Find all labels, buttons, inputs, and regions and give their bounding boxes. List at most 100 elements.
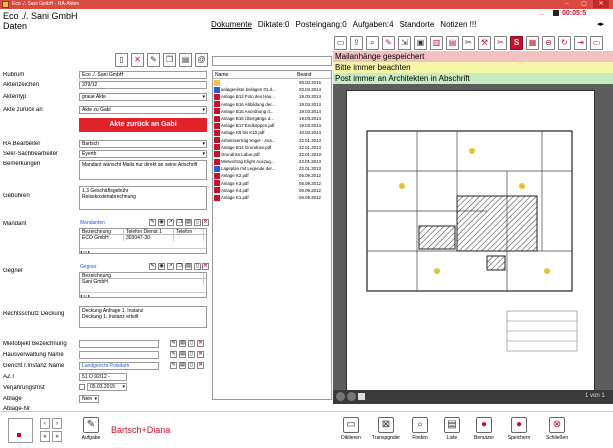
archive-icon[interactable]: ▦ <box>526 36 539 50</box>
mietobjekt-new-icon[interactable]: ▯ <box>188 340 195 347</box>
gegner-delete-icon[interactable]: ✕ <box>202 263 209 270</box>
mandant-list-icon[interactable]: ▤ <box>185 219 192 226</box>
file-row[interactable]: Anlage B14 Grundriss.pdf 22.01.2013 <box>213 144 331 151</box>
verjaehrung-date[interactable]: 05.03.2015 <box>87 383 127 391</box>
rubrum-field[interactable]: Eco ./. Sani GmbH <box>79 71 207 79</box>
finden-button[interactable]: ⌕ Finden <box>405 417 435 441</box>
close-button[interactable]: ✕ <box>593 0 609 8</box>
gericht-new-icon[interactable]: ▯ <box>188 362 195 369</box>
last-record-button[interactable]: » <box>52 431 62 442</box>
mandant-view-icon[interactable]: ◉ <box>158 219 165 226</box>
file-row[interactable]: Anlage K2.pdf 06.09.2012 <box>213 172 331 180</box>
fit-page-icon[interactable] <box>358 393 365 400</box>
sekr-select[interactable]: Eyerth <box>79 150 207 158</box>
gegner-link-icon[interactable]: ↗ <box>167 263 174 270</box>
file-row[interactable]: Grundriss Labor.pdf 22.01.2013 <box>213 151 331 158</box>
table-row[interactable]: Sani GmbH <box>80 279 206 285</box>
gericht-field[interactable]: Landgericht Potsdam <box>79 362 159 370</box>
next-record-button[interactable]: › <box>52 418 62 429</box>
rotate-icon[interactable]: ↻ <box>558 36 571 50</box>
zoom-out-icon[interactable] <box>336 392 345 401</box>
col-date[interactable]: Beand <box>297 71 331 78</box>
file-row[interactable]: Mietvertrag Elight Auszug... 22.01.2013 <box>213 158 331 165</box>
tab-diktate[interactable]: Diktate:0 <box>258 20 290 29</box>
gegner-edit-icon[interactable]: ✎ <box>149 263 156 270</box>
liste-button[interactable]: ▤ Liste <box>437 417 467 441</box>
stack-icon[interactable]: ▥ <box>430 36 443 50</box>
note-icon[interactable]: ▭ <box>590 36 603 50</box>
cut-icon[interactable]: ✂ <box>494 36 507 50</box>
tab-notizen[interactable]: Notizen !!! <box>440 20 476 29</box>
tab-scroll-arrows[interactable]: ◂▸ <box>597 20 604 28</box>
email-icon[interactable]: @ <box>195 53 208 67</box>
gebuehren-textarea[interactable]: 1,3 Geschäftsgebühr Reisekostenabrechnun… <box>79 186 207 210</box>
tab-standorte[interactable]: Standorte <box>400 20 435 29</box>
image-icon[interactable]: ▣ <box>414 36 427 50</box>
schliessen-button[interactable]: ⊗ Schließen <box>542 417 572 441</box>
akte-zurueck-button[interactable]: Akte zurück an Gabi <box>79 118 207 132</box>
file-row[interactable]: anlagenliste beilagen 01.d... 20.03.2014 <box>213 86 331 93</box>
az-field[interactable]: 51 O 92/12 - <box>79 373 127 381</box>
mandant-copy-icon[interactable]: ❐ <box>176 219 183 226</box>
delete-icon[interactable]: ✕ <box>131 53 144 67</box>
table-row[interactable]: ECO GmbH 303047-30 <box>80 235 206 241</box>
mandanten-link[interactable]: Mandanten <box>80 220 105 226</box>
file-row[interactable]: Anlage B17 Endköppen.pdf 19.03.2014 <box>213 122 331 129</box>
hausverwaltung-list-icon[interactable]: ▤ <box>179 351 186 358</box>
file-row[interactable]: 05.03.2015 <box>213 79 331 86</box>
hausverwaltung-edit-icon[interactable]: ✎ <box>170 351 177 358</box>
file-row[interactable]: Anlage B16 Übergänge d... 19.03.2014 <box>213 115 331 122</box>
print-icon[interactable]: ▤ <box>179 53 192 67</box>
remove-icon[interactable]: ⊖ <box>542 36 555 50</box>
tab-dokumente[interactable]: Dokumente <box>211 20 252 29</box>
mietobjekt-list-icon[interactable]: ▤ <box>179 340 186 347</box>
col-name[interactable]: Name <box>213 71 297 78</box>
file-row[interactable]: Anlage B15 Anordnung d... 19.03.2014 <box>213 108 331 115</box>
mandant-link-icon[interactable]: ↗ <box>167 219 174 226</box>
diktieren-button[interactable]: ▭ Diktieren <box>336 417 366 441</box>
transponder-button[interactable]: ⊠ Transpgnder <box>371 417 401 441</box>
gegner-view-icon[interactable]: ◉ <box>158 263 165 270</box>
hausverwaltung-field[interactable] <box>79 351 159 359</box>
edit-icon[interactable]: ✎ <box>147 53 160 67</box>
gericht-edit-icon[interactable]: ✎ <box>170 362 177 369</box>
gegner-scrollbar[interactable]: ◂ ▭ ▸ <box>80 292 206 298</box>
prev-record-button[interactable]: ‹ <box>40 418 50 429</box>
file-row[interactable]: Anlage K8 bis K10.pdf 10.03.2014 <box>213 129 331 136</box>
verjaehrung-checkbox[interactable] <box>79 384 85 390</box>
pen-icon[interactable]: ✎ <box>382 36 395 50</box>
print-doc-icon[interactable]: ▤ <box>446 36 459 50</box>
export-icon[interactable]: ⇥ <box>574 36 587 50</box>
aufgabe-button[interactable]: ✎ Aufgabe <box>76 417 106 441</box>
benutzer-button[interactable]: ● Benutzer <box>469 417 499 441</box>
file-row[interactable]: Anlage B13 Foto des Hau... 19.03.2014 <box>213 93 331 100</box>
move-icon[interactable]: ⇲ <box>398 36 411 50</box>
aktenzeichen-field[interactable]: 379/12 <box>79 81 207 89</box>
maximize-button[interactable]: ▢ <box>576 0 592 8</box>
upload-icon[interactable]: ⇪ <box>350 36 363 50</box>
tab-posteingang[interactable]: Posteingang:0 <box>296 20 347 29</box>
zoom-in-icon[interactable] <box>347 392 356 401</box>
scissors-icon[interactable]: ✂ <box>462 36 475 50</box>
mietobjekt-delete-icon[interactable]: ✕ <box>197 340 204 347</box>
file-row[interactable]: Anlage K4.pdf 06.09.2012 <box>213 187 331 194</box>
gegner-link[interactable]: Gegner <box>80 264 97 270</box>
rechtsschutz-textarea[interactable]: Deckung Anfrage 1. Instanz Deckung 1. In… <box>79 306 207 328</box>
gegner-copy-icon[interactable]: ❐ <box>176 263 183 270</box>
file-row[interactable]: Arbeitsvertrag Vogel - Ava... 22.01.2013 <box>213 137 331 144</box>
ablage-select[interactable]: Nein <box>79 395 99 403</box>
speichern-button[interactable]: ● Speichern <box>504 417 534 441</box>
bearbeiter-select[interactable]: Bartsch <box>79 140 207 148</box>
scan-icon[interactable]: ▭ <box>334 36 347 50</box>
aktentyp-select[interactable]: graue Akte <box>79 93 207 101</box>
gericht-list-icon[interactable]: ▤ <box>179 362 186 369</box>
mandant-edit-icon[interactable]: ✎ <box>149 219 156 226</box>
tools-icon[interactable]: ⚒ <box>478 36 491 50</box>
zurueck-select[interactable]: Akte zu Gabi <box>79 106 207 114</box>
minimize-button[interactable]: – <box>559 0 575 8</box>
gegner-new-icon[interactable]: ▯ <box>194 263 201 270</box>
document-preview[interactable]: 1 von 1 <box>333 84 613 404</box>
file-row[interactable]: Anlage B16 Abbildung der... 19.03.2014 <box>213 101 331 108</box>
hausverwaltung-new-icon[interactable]: ▯ <box>188 351 195 358</box>
tab-aufgaben[interactable]: Aufgaben:4 <box>353 20 394 29</box>
